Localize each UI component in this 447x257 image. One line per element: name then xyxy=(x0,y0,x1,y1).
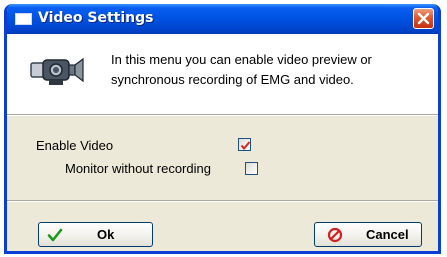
ok-label: Ok xyxy=(97,227,115,242)
close-icon xyxy=(417,12,430,25)
divider xyxy=(7,114,438,116)
monitor-without-recording-checkbox[interactable] xyxy=(245,162,258,175)
info-line-2: synchronous recording of EMG and video. xyxy=(111,72,354,87)
info-line-1: In this menu you can enable video previe… xyxy=(111,52,372,67)
cancel-icon xyxy=(327,227,343,243)
cancel-button[interactable]: Cancel xyxy=(314,222,422,247)
checkmark-icon xyxy=(47,228,63,242)
cancel-label: Cancel xyxy=(366,227,409,242)
window-icon xyxy=(15,13,32,25)
close-button[interactable] xyxy=(413,8,434,29)
video-settings-dialog: Video Settings In this menu you can enab… xyxy=(4,4,441,254)
info-text: In this menu you can enable video previe… xyxy=(111,50,436,90)
checkmark-icon xyxy=(240,141,251,151)
title-bar[interactable]: Video Settings xyxy=(7,4,438,34)
info-panel: In this menu you can enable video previe… xyxy=(7,34,438,114)
camera-icon xyxy=(30,57,84,85)
ok-button[interactable]: Ok xyxy=(38,222,153,247)
divider xyxy=(7,200,438,202)
enable-video-label: Enable Video xyxy=(36,138,114,153)
monitor-without-recording-label: Monitor without recording xyxy=(65,161,211,176)
window-title: Video Settings xyxy=(38,10,154,26)
enable-video-checkbox[interactable] xyxy=(238,138,251,151)
